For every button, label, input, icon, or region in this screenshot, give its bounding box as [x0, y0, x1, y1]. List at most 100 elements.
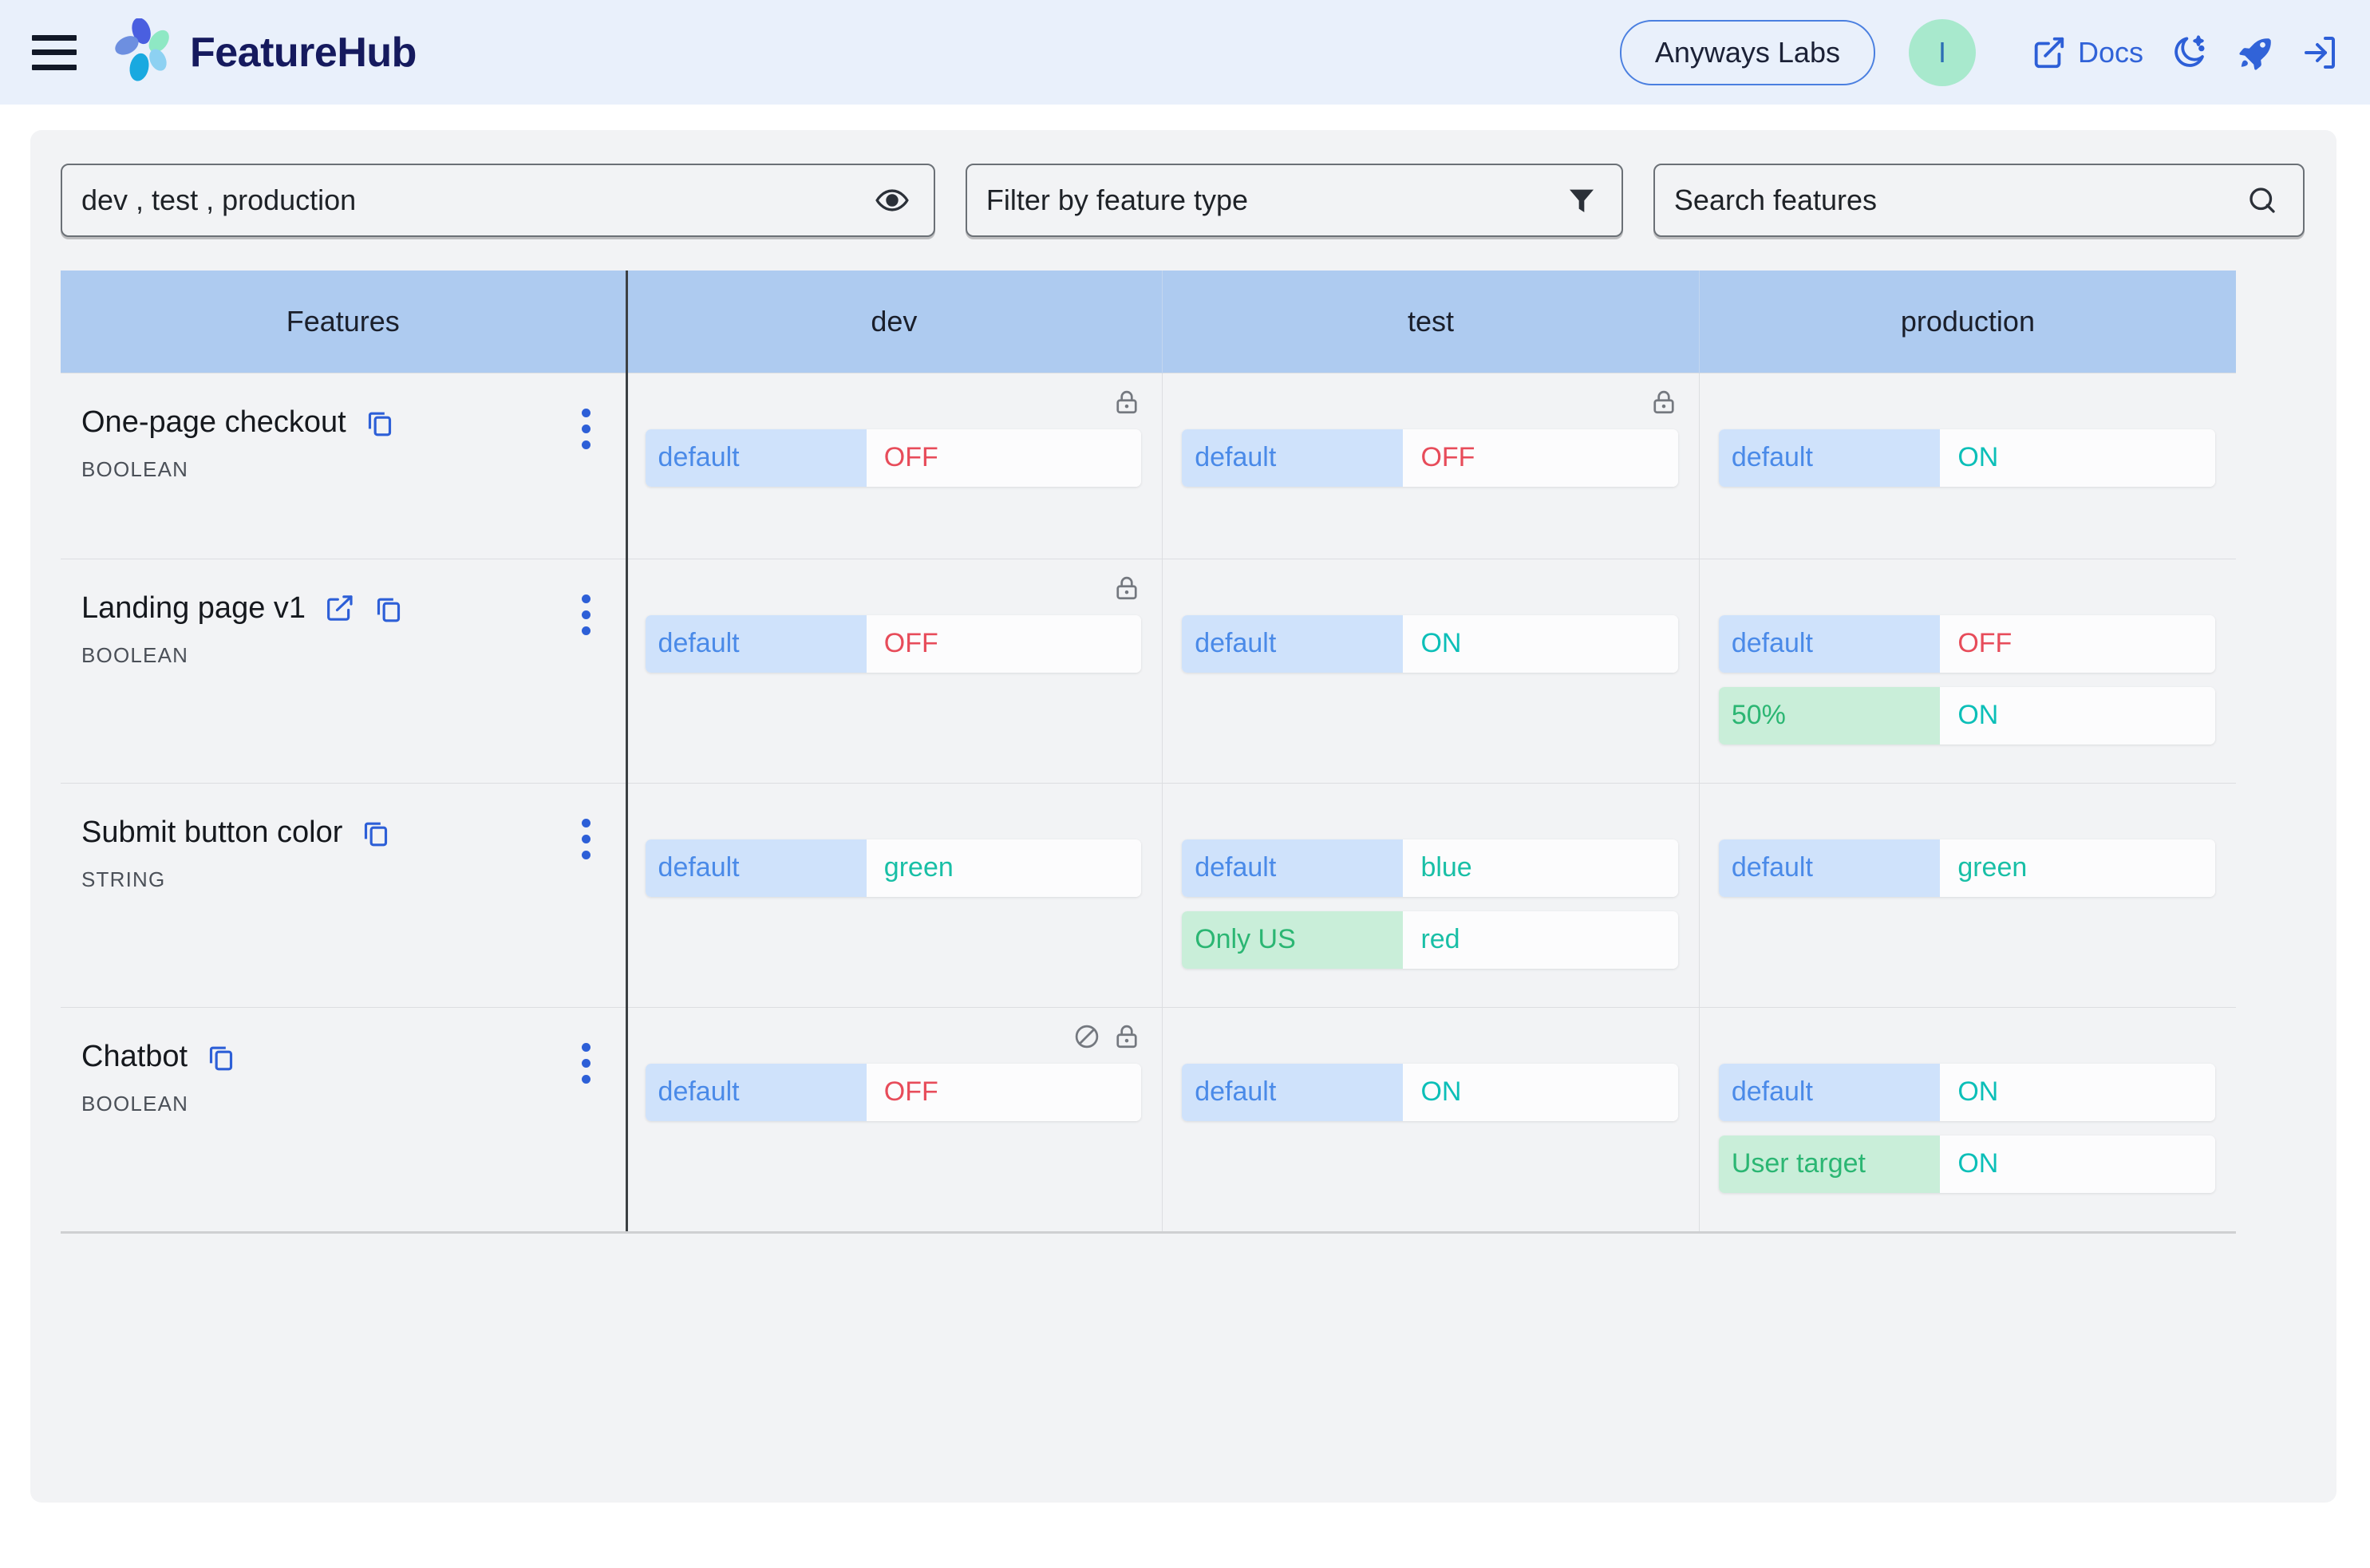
strategy-value[interactable]: ON [1403, 614, 1678, 673]
search-input[interactable]: Search features [1653, 164, 2305, 237]
strategy-value[interactable]: ON [1940, 1135, 2215, 1193]
brand-logo-group[interactable]: FeatureHub [113, 18, 417, 87]
disabled-icon[interactable] [1072, 1022, 1101, 1051]
strategy-row[interactable]: default ON [1718, 1063, 2215, 1121]
feature-value-cell-production[interactable]: default OFF 50% ON [1699, 558, 2236, 783]
strategy-name: default [1182, 429, 1404, 487]
strategy-value[interactable]: OFF [1940, 614, 2215, 673]
eye-icon[interactable] [875, 183, 910, 218]
feature-value-cell-dev[interactable]: default OFF [626, 558, 1163, 783]
strategy-name: default [1182, 1063, 1404, 1121]
search-icon[interactable] [2246, 184, 2279, 217]
feature-value-cell-dev[interactable]: default OFF [626, 1006, 1163, 1231]
kebab-dot [581, 626, 591, 635]
strategy-name: default [645, 429, 867, 487]
strategy-row[interactable]: 50% ON [1718, 686, 2215, 745]
strategy-value[interactable]: ON [1940, 1063, 2215, 1121]
kebab-dot [581, 1058, 591, 1068]
lock-icon[interactable] [1112, 388, 1141, 417]
strategy-row[interactable]: default ON [1182, 1063, 1678, 1121]
strategy-row[interactable]: Only US red [1182, 910, 1678, 969]
lock-icon[interactable] [1112, 574, 1141, 602]
copy-icon[interactable] [373, 592, 405, 624]
strategy-row[interactable]: default green [645, 839, 1142, 897]
copy-icon[interactable] [364, 406, 396, 438]
feature-value-cell-test[interactable]: default blue Only US red [1162, 782, 1700, 1007]
strategy-value[interactable]: ON [1403, 1063, 1678, 1121]
strategy-value[interactable]: red [1403, 910, 1678, 969]
table-row: One-page checkout BOOLEAN default OFF de… [61, 372, 2236, 559]
kebab-dot [581, 818, 591, 827]
strategy-value[interactable]: OFF [866, 1063, 1142, 1121]
strategy-row[interactable]: default OFF [645, 614, 1142, 673]
strategy-name: 50% [1718, 686, 1941, 745]
row-menu-button[interactable] [581, 408, 591, 449]
column-header-features[interactable]: Features [61, 271, 626, 373]
whats-new-button[interactable] [2236, 34, 2274, 72]
filter-icon[interactable] [1566, 184, 1598, 216]
strategy-value[interactable]: green [866, 839, 1142, 897]
strategy-row[interactable]: User target ON [1718, 1135, 2215, 1193]
feature-name-cell: One-page checkout BOOLEAN [61, 372, 626, 559]
logout-button[interactable] [2301, 34, 2340, 72]
feature-value-cell-dev[interactable]: default OFF [626, 372, 1163, 559]
copy-icon[interactable] [360, 816, 392, 848]
feature-value-cell-production[interactable]: default green [1699, 782, 2236, 1007]
dark-mode-toggle[interactable] [2171, 34, 2209, 72]
row-menu-button[interactable] [581, 594, 591, 635]
kebab-dot [581, 408, 591, 417]
table-row: Submit button color STRING default green… [61, 782, 2236, 1007]
strategy-row[interactable]: default ON [1718, 429, 2215, 487]
strategy-name: User target [1718, 1135, 1941, 1193]
feature-value-cell-dev[interactable]: default green [626, 782, 1163, 1007]
strategy-value[interactable]: blue [1403, 839, 1678, 897]
column-header-dev[interactable]: dev [626, 271, 1163, 373]
strategy-name: default [1718, 429, 1941, 487]
strategy-name: default [1718, 1063, 1941, 1121]
avatar[interactable]: I [1908, 18, 1976, 86]
strategy-value[interactable]: green [1940, 839, 2215, 897]
strategy-row[interactable]: default green [1718, 839, 2215, 897]
strategy-row[interactable]: default OFF [645, 429, 1142, 487]
cell-status-icons [1072, 1022, 1141, 1051]
dark-mode-icon [2174, 35, 2205, 67]
feature-value-cell-production[interactable]: default ON User target ON [1699, 1006, 2236, 1231]
hamburger-bar [32, 49, 77, 55]
strategy-row[interactable]: default OFF [1718, 614, 2215, 673]
strategy-value[interactable]: OFF [866, 429, 1142, 487]
header-actions: Anyways Labs I Docs [1619, 18, 2340, 86]
column-header-test[interactable]: test [1162, 271, 1700, 373]
copy-icon[interactable] [205, 1041, 237, 1072]
feature-value-cell-test[interactable]: default OFF [1162, 372, 1700, 559]
feature-type-filter[interactable]: Filter by feature type [965, 164, 1623, 237]
strategy-row[interactable]: default OFF [645, 1063, 1142, 1121]
environment-selector[interactable]: dev , test , production [61, 164, 935, 237]
lock-icon[interactable] [1649, 388, 1678, 417]
strategy-name: default [1718, 839, 1941, 897]
feature-value-cell-test[interactable]: default ON [1162, 558, 1700, 783]
portfolio-selector[interactable]: Anyways Labs [1619, 19, 1875, 85]
strategy-value[interactable]: OFF [1403, 429, 1678, 487]
strategy-value[interactable]: ON [1940, 686, 2215, 745]
feature-name: Submit button color [81, 815, 343, 849]
feature-value-cell-production[interactable]: default ON [1699, 372, 2236, 559]
row-menu-button[interactable] [581, 818, 591, 859]
feature-value-cell-test[interactable]: default ON [1162, 1006, 1700, 1231]
row-menu-button[interactable] [581, 1042, 591, 1084]
feature-name: Landing page v1 [81, 590, 306, 625]
lock-icon[interactable] [1112, 1022, 1141, 1051]
strategy-value[interactable]: ON [1940, 429, 2215, 487]
environment-selector-value: dev , test , production [81, 184, 357, 216]
strategy-name: default [645, 839, 867, 897]
kebab-dot [581, 834, 591, 843]
external-link-icon[interactable] [323, 592, 355, 624]
strategy-row[interactable]: default OFF [1182, 429, 1678, 487]
strategy-row[interactable]: default blue [1182, 839, 1678, 897]
feature-name: One-page checkout [81, 405, 346, 439]
kebab-dot [581, 1042, 591, 1052]
column-header-production[interactable]: production [1699, 271, 2236, 373]
docs-link[interactable]: Docs [2030, 34, 2143, 71]
hamburger-menu-icon[interactable] [32, 34, 77, 70]
strategy-value[interactable]: OFF [866, 614, 1142, 673]
strategy-row[interactable]: default ON [1182, 614, 1678, 673]
